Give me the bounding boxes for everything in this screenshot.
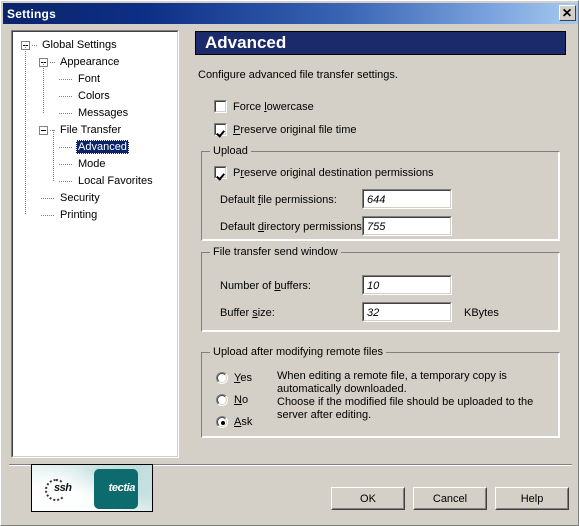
ssh-tectia-logo: ssh tectia xyxy=(31,464,153,512)
tree-connector xyxy=(59,164,72,165)
send-window-group: File transfer send window Number of buff… xyxy=(201,246,560,332)
tree-item-advanced[interactable]: Advanced xyxy=(13,139,177,156)
settings-tree[interactable]: Global Settings Appearance Font Colors Messa… xyxy=(12,31,178,457)
ok-button-label: OK xyxy=(332,488,404,509)
tree-item-appearance[interactable]: Appearance xyxy=(13,54,177,71)
buffer-size-unit: KBytes xyxy=(464,307,499,319)
close-glyph: ✕ xyxy=(562,6,573,20)
tree-item-label: Colors xyxy=(78,90,110,102)
tree-item-messages[interactable]: Messages xyxy=(13,105,177,122)
page-description: Configure advanced file transfer setting… xyxy=(198,69,398,81)
radio-no[interactable] xyxy=(216,394,228,406)
tree-connector xyxy=(59,79,72,80)
preserve-permissions-row[interactable]: Preserve original destination permission… xyxy=(214,166,434,179)
radio-ask[interactable] xyxy=(216,416,228,428)
buffers-value: 10 xyxy=(363,276,451,294)
upload-group-title: Upload xyxy=(210,145,251,157)
page-title: Advanced xyxy=(205,33,287,52)
tree-connector xyxy=(50,62,56,63)
close-icon[interactable]: ✕ xyxy=(559,5,576,21)
tree-item-label: Printing xyxy=(60,209,98,221)
radio-no-label: No xyxy=(234,394,249,406)
radio-yes[interactable] xyxy=(216,372,228,384)
cancel-button[interactable]: Cancel xyxy=(413,487,487,510)
tree-item-label: Appearance xyxy=(60,56,120,68)
upload-after-option-yes[interactable]: Yes xyxy=(216,372,252,384)
buffers-label: Number of buffers: xyxy=(220,280,311,292)
buffers-field[interactable]: 10 xyxy=(362,275,452,295)
tree-connector xyxy=(41,215,54,216)
settings-dialog: Settings ✕ Global Settings Appearance Font… xyxy=(0,0,579,526)
upload-after-help-text: When editing a remote file, a temporary … xyxy=(277,370,534,421)
tree-item-label: Advanced xyxy=(76,140,129,154)
tree-item-global-settings[interactable]: Global Settings xyxy=(13,37,177,54)
cancel-button-label: Cancel xyxy=(414,488,486,509)
tree-connector xyxy=(59,96,72,97)
tree-guide-line xyxy=(25,45,26,215)
tree-item-label: Security xyxy=(60,192,100,204)
preserve-file-time-label: Preserve original file time xyxy=(233,123,357,136)
file-permissions-label: Default file permissions: xyxy=(220,194,337,206)
ok-button[interactable]: OK xyxy=(331,487,405,510)
buffer-size-value: 32 xyxy=(363,303,451,321)
send-window-group-title: File transfer send window xyxy=(210,246,341,258)
tree-item-mode[interactable]: Mode xyxy=(13,156,177,173)
upload-group: Upload Preserve original destination per… xyxy=(201,145,560,241)
help-button-label: Help xyxy=(496,488,568,509)
tree-connector xyxy=(59,147,72,148)
upload-after-group: Upload after modifying remote files Yes … xyxy=(201,346,560,438)
tree-guide-line xyxy=(53,130,54,181)
upload-after-option-no[interactable]: No xyxy=(216,394,248,406)
file-permissions-value: 644 xyxy=(363,190,451,208)
tree-item-label: Mode xyxy=(78,158,106,170)
tree-item-security[interactable]: Security xyxy=(13,190,177,207)
logo-tectia-text: tectia xyxy=(108,482,136,494)
preserve-file-time-row[interactable]: Preserve original file time xyxy=(214,123,357,136)
tree-connector xyxy=(41,198,54,199)
logo-ssh-text: ssh xyxy=(54,482,72,494)
buffer-size-label: Buffer size: xyxy=(220,307,275,319)
tree-connector xyxy=(59,181,72,182)
tree-connector xyxy=(32,45,38,46)
tree-item-label: Local Favorites xyxy=(78,175,153,187)
tree-connector xyxy=(59,113,72,114)
tree-item-printing[interactable]: Printing xyxy=(13,207,177,224)
force-lowercase-label: Force lowercase xyxy=(233,100,314,113)
directory-permissions-value: 755 xyxy=(363,217,451,235)
upload-after-option-ask[interactable]: Ask xyxy=(216,416,252,428)
directory-permissions-label: Default directory permissions: xyxy=(220,221,365,233)
tree-guide-line xyxy=(43,62,44,113)
settings-tree-panel[interactable]: Global Settings Appearance Font Colors Messa… xyxy=(11,30,179,458)
preserve-permissions-label: Preserve original destination permission… xyxy=(233,166,434,179)
force-lowercase-row[interactable]: Force lowercase xyxy=(214,100,314,113)
tree-item-local-favorites[interactable]: Local Favorites xyxy=(13,173,177,190)
upload-after-group-title: Upload after modifying remote files xyxy=(210,346,386,358)
preserve-file-time-checkbox[interactable] xyxy=(214,123,227,136)
tree-expander-collapse-icon[interactable] xyxy=(39,126,48,135)
page-title-banner: Advanced xyxy=(195,31,566,55)
file-permissions-field[interactable]: 644 xyxy=(362,189,452,209)
preserve-permissions-checkbox[interactable] xyxy=(214,166,227,179)
tree-item-file-transfer[interactable]: File Transfer xyxy=(13,122,177,139)
tree-item-label: Font xyxy=(78,73,101,85)
title-bar: Settings ✕ xyxy=(3,3,578,24)
help-button[interactable]: Help xyxy=(495,487,569,510)
buffer-size-field[interactable]: 32 xyxy=(362,302,452,322)
tree-item-label: File Transfer xyxy=(60,124,122,136)
tree-item-label: Messages xyxy=(78,107,129,119)
radio-ask-label: Ask xyxy=(234,416,253,428)
tree-item-label: Global Settings xyxy=(42,39,117,51)
window-title: Settings xyxy=(7,6,56,21)
tree-item-font[interactable]: Font xyxy=(13,71,177,88)
tree-item-colors[interactable]: Colors xyxy=(13,88,177,105)
directory-permissions-field[interactable]: 755 xyxy=(362,216,452,236)
force-lowercase-checkbox[interactable] xyxy=(214,100,227,113)
radio-yes-label: Yes xyxy=(234,372,252,384)
